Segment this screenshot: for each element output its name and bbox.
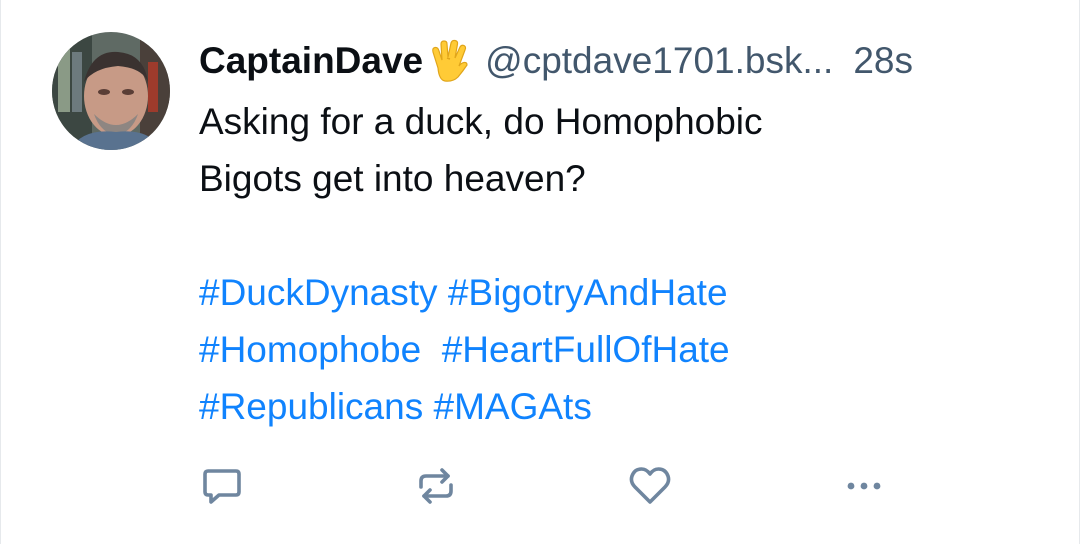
post-header: CaptainDave @cptdave1701.bsk... 28s [199, 36, 1049, 86]
hashtag-line: #DuckDynasty #BigotryAndHate [199, 264, 959, 321]
hashtag-line: #Republicans #MAGAts [199, 378, 959, 435]
post-content: CaptainDave @cptdave1701.bsk... 28s Aski… [199, 36, 1049, 435]
heart-icon [629, 467, 671, 504]
post-text-line: Asking for a duck, do Homophobic [199, 101, 763, 142]
author-handle[interactable]: @cptdave1701.bsk... [485, 36, 833, 86]
post-actions [194, 458, 914, 514]
hashtag-link[interactable]: #DuckDynasty [199, 272, 438, 313]
vulcan-salute-icon [425, 38, 471, 84]
hashtag-link[interactable]: #MAGAts [434, 386, 592, 427]
like-button[interactable] [622, 458, 678, 514]
author-display-name[interactable]: CaptainDave [199, 36, 423, 86]
hashtag-link[interactable]: #HeartFullOfHate [442, 329, 730, 370]
post-text-line: Bigots get into heaven? [199, 158, 586, 199]
post-body: Asking for a duck, do Homophobic Bigots … [199, 93, 959, 435]
post-timestamp[interactable]: 28s [853, 36, 913, 86]
hashtag-line: #Homophobe #HeartFullOfHate [199, 321, 959, 378]
hashtag-link[interactable]: #BigotryAndHate [448, 272, 728, 313]
author-avatar[interactable] [52, 32, 170, 150]
repost-icon [419, 468, 453, 504]
repost-button[interactable] [408, 458, 464, 514]
more-options-button[interactable] [836, 458, 892, 514]
hashtag-link[interactable]: #Homophobe [199, 329, 421, 370]
reply-button[interactable] [194, 458, 250, 514]
more-dots-icon [847, 482, 881, 490]
avatar-image [52, 32, 170, 150]
comment-icon [203, 469, 241, 504]
hashtag-link[interactable]: #Republicans [199, 386, 423, 427]
post-card[interactable]: CaptainDave @cptdave1701.bsk... 28s Aski… [0, 0, 1080, 544]
